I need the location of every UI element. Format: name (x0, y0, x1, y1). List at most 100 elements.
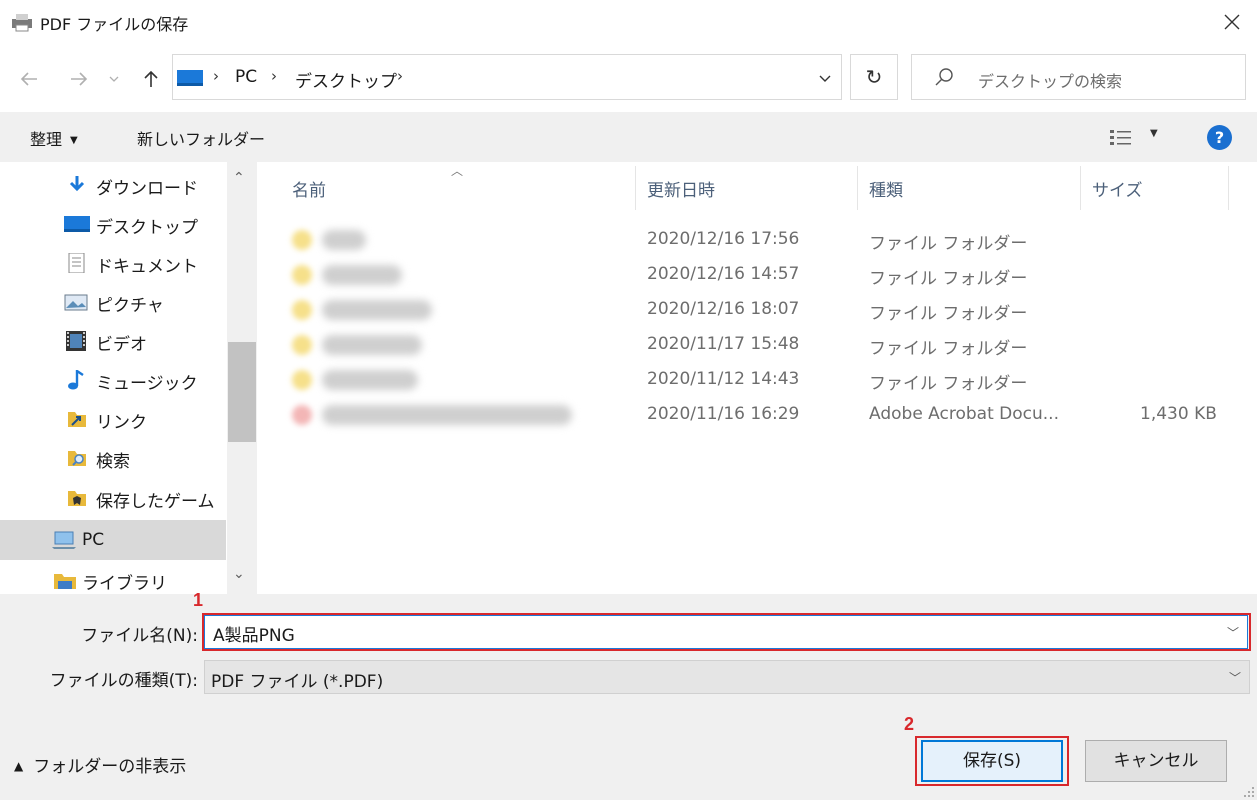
document-icon (68, 253, 85, 273)
filename-value: A製品PNG (213, 626, 295, 646)
new-folder-button[interactable]: 新しいフォルダー (137, 126, 265, 150)
file-type: ファイル フォルダー (869, 269, 1028, 289)
folder-icon (292, 370, 312, 390)
nav-scrollbar[interactable]: ⌃ ⌄ (227, 162, 257, 594)
breadcrumb-separator-icon: › (213, 67, 219, 85)
folder-icon (292, 300, 312, 320)
back-button[interactable] (14, 64, 44, 94)
column-header-name[interactable]: 名前 (292, 162, 326, 212)
file-type: Adobe Acrobat Docu... (869, 404, 1059, 424)
address-dropdown-button[interactable] (809, 55, 841, 101)
filetype-select[interactable]: PDF ファイル (*.PDF) ﹀ (204, 660, 1250, 694)
nav-item-searches[interactable]: 検索 (0, 438, 226, 476)
nav-item-saved-games[interactable]: 保存したゲーム (0, 478, 226, 516)
breadcrumb-separator-icon: › (271, 67, 277, 85)
nav-label: ミュージック (96, 374, 198, 394)
filename-label: ファイル名(N): (81, 626, 198, 646)
redacted-file-name (322, 300, 432, 320)
file-list: ︿ 名前 更新日時 種類 サイズ 2020/12/16 17:56 ファイル フ… (260, 162, 1257, 594)
file-row[interactable]: 2020/11/12 14:43 ファイル フォルダー (260, 362, 1257, 397)
nav-label: 保存したゲーム (96, 492, 215, 512)
file-date: 2020/12/16 14:57 (647, 264, 800, 284)
file-type: ファイル フォルダー (869, 234, 1028, 254)
library-icon (54, 574, 76, 589)
organize-label: 整理 (30, 130, 63, 149)
nav-item-music[interactable]: ミュージック (0, 360, 226, 398)
redacted-file-name (322, 230, 366, 250)
details-view-icon (1110, 130, 1131, 145)
scroll-up-icon[interactable]: ⌃ (233, 170, 245, 186)
pictures-icon (64, 294, 88, 311)
saved-games-icon (68, 491, 86, 506)
change-view-button[interactable]: ▼ (1110, 128, 1170, 148)
scroll-down-icon[interactable]: ⌄ (233, 566, 245, 582)
nav-scroll-thumb[interactable] (228, 342, 256, 442)
video-icon (66, 331, 86, 351)
breadcrumb-desktop[interactable]: デスクトップ (295, 67, 397, 92)
help-icon: ? (1214, 128, 1225, 147)
filename-input[interactable]: A製品PNG ﹀ (204, 615, 1248, 649)
column-divider[interactable] (857, 166, 858, 210)
up-arrow-icon (144, 70, 158, 87)
nav-item-documents[interactable]: ドキュメント (0, 243, 226, 281)
navigation-pane: ダウンロード デスクトップ ドキュメント ピクチャ ビデオ ミュージック リンク… (0, 162, 258, 594)
refresh-button[interactable]: ↻ (850, 54, 898, 100)
nav-label: ライブラリ (82, 574, 167, 594)
filetype-label: ファイルの種類(T): (49, 671, 198, 691)
back-arrow-icon (20, 72, 37, 86)
organize-button[interactable]: 整理 ▼ (30, 126, 78, 150)
hide-folders-button[interactable]: ▲ フォルダーの非表示 (14, 752, 186, 777)
search-input[interactable]: デスクトップの検索 (911, 54, 1246, 100)
resize-grip-icon[interactable] (1243, 786, 1255, 798)
nav-item-downloads[interactable]: ダウンロード (0, 165, 226, 203)
title-bar: PDF ファイルの保存 (0, 0, 1257, 44)
nav-item-videos[interactable]: ビデオ (0, 321, 226, 359)
up-button[interactable] (136, 64, 166, 94)
help-button[interactable]: ? (1207, 125, 1232, 150)
recent-locations-button[interactable] (104, 64, 124, 94)
folder-icon (292, 335, 312, 355)
printer-app-icon (12, 14, 32, 32)
redacted-file-name (322, 370, 418, 390)
links-folder-icon (68, 412, 86, 427)
breadcrumb-pc[interactable]: PC (235, 67, 257, 87)
nav-label: PC (82, 530, 105, 550)
nav-label: デスクトップ (96, 218, 198, 238)
nav-label: ダウンロード (96, 179, 198, 199)
nav-item-pc[interactable]: PC (0, 520, 226, 560)
pdf-file-icon (292, 405, 312, 425)
chevron-down-icon[interactable]: ﹀ (1227, 624, 1239, 641)
file-type: ファイル フォルダー (869, 304, 1028, 324)
close-button[interactable] (1212, 4, 1252, 40)
sort-ascending-icon: ︿ (451, 164, 464, 178)
forward-button[interactable] (64, 64, 94, 94)
redacted-file-name (322, 265, 402, 285)
column-divider[interactable] (635, 166, 636, 210)
column-divider[interactable] (1228, 166, 1229, 210)
file-row[interactable]: 2020/12/16 14:57 ファイル フォルダー (260, 257, 1257, 292)
nav-item-pictures[interactable]: ピクチャ (0, 282, 226, 320)
column-header-size[interactable]: サイズ (1092, 162, 1143, 212)
column-header-modified[interactable]: 更新日時 (647, 162, 715, 212)
save-button[interactable]: 保存(S) (921, 740, 1063, 782)
file-row[interactable]: 2020/12/16 17:56 ファイル フォルダー (260, 222, 1257, 257)
command-toolbar: 整理 ▼ 新しいフォルダー ▼ ? (0, 112, 1257, 162)
navigation-bar: › PC › デスクトップ › ↻ デスクトップの検索 (0, 52, 1257, 104)
file-date: 2020/11/16 16:29 (647, 404, 800, 424)
nav-label: ドキュメント (96, 257, 198, 277)
column-divider[interactable] (1080, 166, 1081, 210)
file-row[interactable]: 2020/12/16 18:07 ファイル フォルダー (260, 292, 1257, 327)
annotation-marker-2: 2 (904, 714, 915, 734)
column-header-type[interactable]: 種類 (869, 162, 903, 212)
file-row[interactable]: 2020/11/16 16:29 Adobe Acrobat Docu... 1… (260, 397, 1257, 432)
file-type: ファイル フォルダー (869, 374, 1028, 394)
file-row[interactable]: 2020/11/17 15:48 ファイル フォルダー (260, 327, 1257, 362)
nav-item-links[interactable]: リンク (0, 399, 226, 437)
download-arrow-icon (69, 176, 85, 192)
cancel-button[interactable]: キャンセル (1085, 740, 1227, 782)
redacted-file-name (322, 405, 572, 425)
chevron-down-icon (109, 76, 119, 82)
address-bar[interactable]: › PC › デスクトップ › (172, 54, 842, 100)
pc-icon (52, 531, 76, 549)
nav-item-desktop[interactable]: デスクトップ (0, 204, 226, 242)
